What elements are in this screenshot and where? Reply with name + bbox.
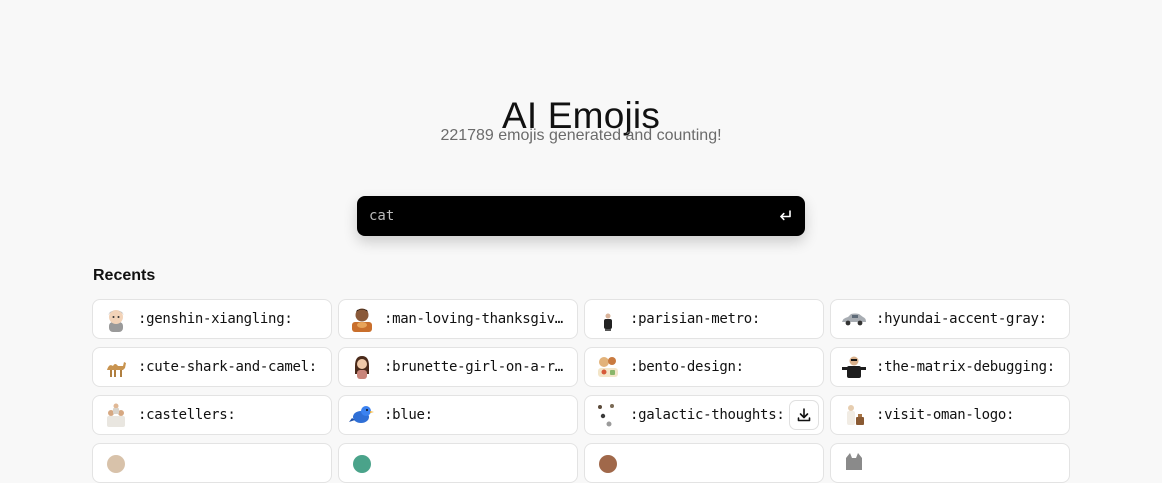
emoji-card[interactable] xyxy=(338,443,578,483)
emoji-count-subtitle: 221789 emojis generated and counting! xyxy=(440,127,722,144)
recents-grid: :genshin-xiangling: :man-loving-thanksgi… xyxy=(92,299,1070,483)
man-thanksgiving-emoji-icon xyxy=(349,306,375,332)
castellers-emoji-icon xyxy=(103,402,129,428)
recents-heading: Recents xyxy=(93,267,156,284)
download-icon xyxy=(797,408,811,422)
emoji-card[interactable]: :hyundai-accent-gray: xyxy=(830,299,1070,339)
parisian-metro-emoji-icon xyxy=(595,306,621,332)
bento-emoji-icon xyxy=(595,354,621,380)
emoji-thumbnail-icon xyxy=(841,450,867,476)
matrix-debugging-emoji-icon xyxy=(841,354,867,380)
emoji-card[interactable]: :man-loving-thanksgiving: xyxy=(338,299,578,339)
emoji-name: :castellers: xyxy=(138,407,236,423)
emoji-name: :brunette-girl-on-a-road: xyxy=(384,359,569,375)
emoji-thumbnail-icon xyxy=(103,450,129,476)
emoji-card[interactable]: :genshin-xiangling: xyxy=(92,299,332,339)
emoji-name: :blue: xyxy=(384,407,433,423)
emoji-card[interactable]: :visit-oman-logo: xyxy=(830,395,1070,435)
emoji-card[interactable]: :cute-shark-and-camel: xyxy=(92,347,332,387)
emoji-card[interactable]: :castellers: xyxy=(92,395,332,435)
brunette-girl-emoji-icon xyxy=(349,354,375,380)
shark-camel-emoji-icon xyxy=(103,354,129,380)
emoji-name: :parisian-metro: xyxy=(630,311,761,327)
emoji-name: :visit-oman-logo: xyxy=(876,407,1015,423)
emoji-name: :the-matrix-debugging: xyxy=(876,359,1055,375)
galactic-thoughts-emoji-icon xyxy=(595,402,621,428)
emoji-card[interactable]: :parisian-metro: xyxy=(584,299,824,339)
blue-bird-emoji-icon xyxy=(349,402,375,428)
emoji-card[interactable]: :bento-design: xyxy=(584,347,824,387)
search-input[interactable] xyxy=(369,208,777,224)
genshin-xiangling-emoji-icon xyxy=(103,306,129,332)
emoji-card[interactable]: :brunette-girl-on-a-road: xyxy=(338,347,578,387)
emoji-card[interactable] xyxy=(584,443,824,483)
download-button[interactable] xyxy=(789,400,819,430)
emoji-thumbnail-icon xyxy=(349,450,375,476)
emoji-name: :man-loving-thanksgiving: xyxy=(384,311,569,327)
visit-oman-emoji-icon xyxy=(841,402,867,428)
emoji-card[interactable]: :the-matrix-debugging: xyxy=(830,347,1070,387)
emoji-name: :galactic-thoughts: xyxy=(630,407,785,423)
emoji-name: :hyundai-accent-gray: xyxy=(876,311,1047,327)
emoji-name: :cute-shark-and-camel: xyxy=(138,359,317,375)
emoji-card[interactable]: :blue: xyxy=(338,395,578,435)
emoji-card[interactable] xyxy=(830,443,1070,483)
search-bar[interactable] xyxy=(357,196,805,236)
gray-car-emoji-icon xyxy=(841,306,867,332)
emoji-card[interactable] xyxy=(92,443,332,483)
emoji-card[interactable]: :galactic-thoughts: xyxy=(584,395,824,435)
emoji-name: :bento-design: xyxy=(630,359,744,375)
emoji-thumbnail-icon xyxy=(595,450,621,476)
enter-return-icon[interactable] xyxy=(777,208,793,224)
emoji-name: :genshin-xiangling: xyxy=(138,311,293,327)
